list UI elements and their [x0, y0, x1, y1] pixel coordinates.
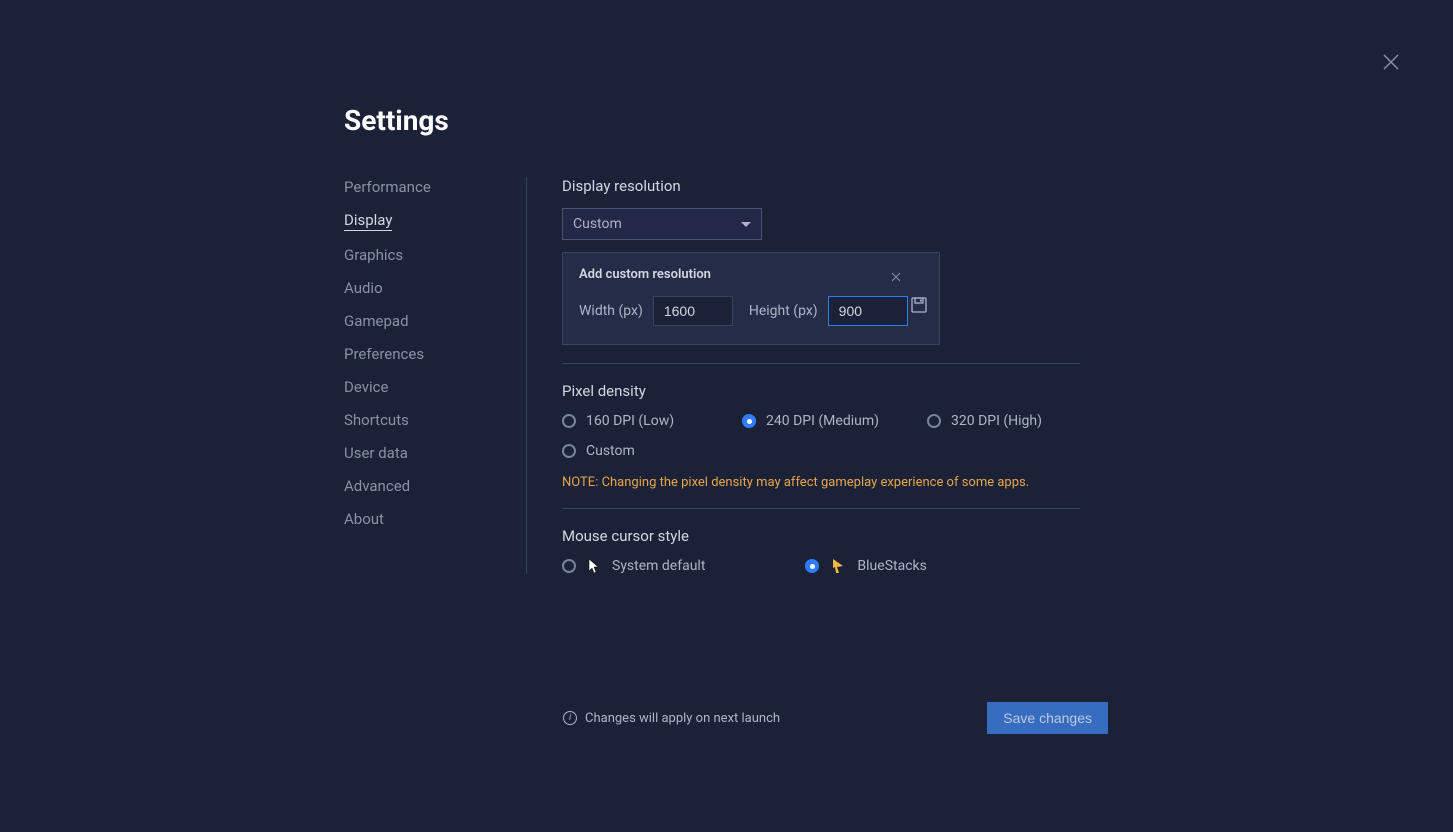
cursor-default-icon [588, 558, 600, 574]
divider [562, 508, 1080, 509]
dpi-option-label: 240 DPI (Medium) [766, 413, 879, 429]
dpi-option-label: 160 DPI (Low) [586, 413, 674, 429]
height-label: Height (px) [749, 303, 818, 319]
sidebar-item-advanced[interactable]: Advanced [344, 477, 410, 495]
dpi-option-label: 320 DPI (High) [951, 413, 1042, 429]
cursor-option-bluestacks[interactable]: BlueStacks [805, 558, 926, 574]
width-label: Width (px) [579, 303, 643, 319]
chevron-down-icon [741, 222, 751, 227]
cursor-option-label: System default [612, 558, 705, 574]
sidebar-item-preferences[interactable]: Preferences [344, 345, 424, 363]
sidebar-item-user-data[interactable]: User data [344, 444, 408, 462]
close-icon[interactable] [891, 267, 901, 277]
radio-icon [742, 414, 756, 428]
footer-info: i Changes will apply on next launch [563, 711, 780, 726]
dpi-option-label: Custom [586, 443, 635, 459]
pixel-density-label: Pixel density [562, 382, 1107, 400]
display-resolution-label: Display resolution [562, 177, 1107, 195]
sidebar-item-gamepad[interactable]: Gamepad [344, 312, 409, 330]
sidebar-item-display[interactable]: Display [344, 211, 392, 231]
sidebar-item-about[interactable]: About [344, 510, 384, 528]
dpi-option-high[interactable]: 320 DPI (High) [927, 413, 1077, 429]
custom-resolution-panel: Add custom resolution Width (px) Height … [562, 252, 940, 345]
resolution-dropdown-value: Custom [573, 216, 622, 232]
pixel-density-note: NOTE: Changing the pixel density may aff… [562, 475, 1107, 490]
close-icon[interactable] [1381, 52, 1401, 72]
save-changes-button[interactable]: Save changes [987, 702, 1108, 734]
custom-resolution-title: Add custom resolution [579, 267, 923, 282]
cursor-bluestacks-icon [831, 558, 845, 574]
height-input[interactable] [828, 296, 908, 326]
sidebar-item-shortcuts[interactable]: Shortcuts [344, 411, 409, 429]
dpi-option-custom[interactable]: Custom [562, 443, 742, 459]
save-icon[interactable] [911, 297, 927, 313]
cursor-option-system[interactable]: System default [562, 558, 705, 574]
cursor-option-label: BlueStacks [857, 558, 926, 574]
resolution-dropdown[interactable]: Custom [562, 208, 762, 240]
radio-icon [805, 559, 819, 573]
sidebar-item-graphics[interactable]: Graphics [344, 246, 403, 264]
dpi-option-medium[interactable]: 240 DPI (Medium) [742, 413, 927, 429]
info-icon: i [563, 711, 577, 725]
width-input[interactable] [653, 296, 733, 326]
radio-icon [927, 414, 941, 428]
sidebar-item-performance[interactable]: Performance [344, 178, 431, 196]
sidebar-item-device[interactable]: Device [344, 378, 388, 396]
sidebar: Performance Display Graphics Audio Gamep… [344, 177, 527, 574]
radio-icon [562, 414, 576, 428]
sidebar-item-audio[interactable]: Audio [344, 279, 383, 297]
cursor-style-label: Mouse cursor style [562, 527, 1107, 545]
footer-info-text: Changes will apply on next launch [585, 711, 780, 726]
page-title: Settings [344, 104, 1453, 137]
radio-icon [562, 559, 576, 573]
dpi-option-low[interactable]: 160 DPI (Low) [562, 413, 742, 429]
radio-icon [562, 444, 576, 458]
divider [562, 363, 1080, 364]
